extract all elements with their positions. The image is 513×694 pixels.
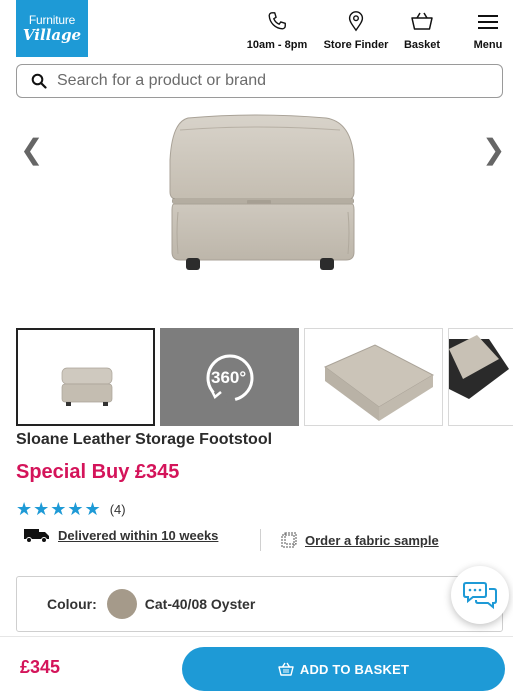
colour-label: Colour: xyxy=(47,596,97,612)
fabric-sample-link[interactable]: Order a fabric sample xyxy=(281,532,439,548)
sticky-buy-bar: £345 ADD TO BASKET xyxy=(0,636,513,694)
colour-selector[interactable]: Colour: Cat-40/08 Oyster xyxy=(16,576,503,632)
phone-icon xyxy=(266,10,288,36)
chat-button[interactable] xyxy=(451,566,509,624)
basket-link[interactable]: Basket xyxy=(400,10,444,51)
location-pin-icon xyxy=(345,10,367,36)
menu-icon xyxy=(476,10,500,36)
add-to-basket-button[interactable]: ADD TO BASKET xyxy=(182,647,505,691)
thumbnail-front[interactable] xyxy=(16,328,155,426)
thumbnail-top-view[interactable] xyxy=(304,328,443,426)
site-header: Furniture Village 10am - 8pm Store Finde… xyxy=(0,0,513,60)
chat-bubbles-icon xyxy=(463,580,497,610)
thumbnail-360[interactable]: 360° xyxy=(160,328,299,426)
search-input[interactable] xyxy=(57,72,477,90)
chevron-left-icon[interactable]: ❮ xyxy=(20,135,43,165)
menu-button[interactable]: Menu xyxy=(470,10,506,51)
add-to-basket-label: ADD TO BASKET xyxy=(299,661,410,677)
basket-label: Basket xyxy=(403,39,441,51)
colour-swatch xyxy=(106,589,137,619)
delivery-truck-icon xyxy=(24,527,50,543)
rating-count: (4) xyxy=(109,502,126,517)
menu-label: Menu xyxy=(473,39,503,51)
rating-stars: ★★★★★ xyxy=(16,499,102,519)
thumbnail-strip: 360° xyxy=(16,328,513,426)
opening-hours-label: 10am - 8pm xyxy=(246,39,308,51)
divider xyxy=(260,529,261,551)
thumbnail-open-storage[interactable] xyxy=(448,328,513,426)
footer-price: £345 xyxy=(20,657,61,677)
delivery-info[interactable]: Delivered within 10 weeks xyxy=(24,527,218,543)
fabric-sample-label: Order a fabric sample xyxy=(305,532,439,548)
logo-line2: Village xyxy=(22,26,82,44)
colour-value: Cat-40/08 Oyster xyxy=(144,596,256,612)
search-icon xyxy=(31,73,47,89)
thumbnail-360-label: 360° xyxy=(211,368,247,387)
product-price: Special Buy £345 xyxy=(16,461,180,483)
chevron-right-icon[interactable]: ❯ xyxy=(482,135,505,165)
opening-hours-link[interactable]: 10am - 8pm xyxy=(245,10,309,51)
product-title: Sloane Leather Storage Footstool xyxy=(16,431,273,448)
product-rating[interactable]: ★★★★★ (4) xyxy=(16,499,126,520)
delivery-link[interactable]: Delivered within 10 weeks xyxy=(58,528,218,543)
basket-icon xyxy=(410,10,434,36)
main-product-image[interactable] xyxy=(60,100,453,320)
store-finder-label: Store Finder xyxy=(323,39,389,51)
fabric-swatch-icon xyxy=(281,532,297,548)
basket-icon xyxy=(278,662,294,676)
search-bar[interactable] xyxy=(16,64,503,98)
store-finder-link[interactable]: Store Finder xyxy=(322,10,390,51)
furniture-village-logo[interactable]: Furniture Village xyxy=(16,0,88,57)
